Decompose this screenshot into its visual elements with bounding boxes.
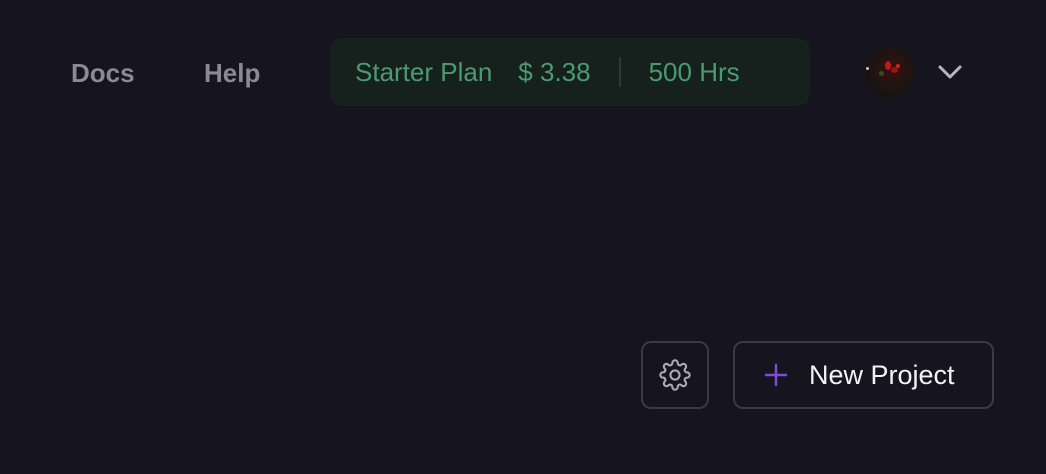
avatar-detail bbox=[896, 64, 900, 68]
chevron-down-icon[interactable] bbox=[936, 60, 964, 84]
plan-name: Starter Plan bbox=[355, 56, 493, 87]
user-avatar[interactable] bbox=[865, 47, 915, 97]
docs-link[interactable]: Docs bbox=[71, 56, 135, 90]
gear-icon bbox=[659, 359, 691, 391]
plan-badge[interactable]: Starter Plan $ 3.38 500 Hrs bbox=[330, 38, 810, 106]
new-project-label: New Project bbox=[809, 359, 955, 390]
avatar-detail bbox=[879, 71, 884, 76]
settings-button[interactable] bbox=[641, 341, 709, 409]
help-link[interactable]: Help bbox=[204, 56, 260, 90]
plan-balance: $ 3.38 bbox=[518, 56, 591, 87]
avatar-detail bbox=[866, 67, 869, 70]
plus-icon bbox=[764, 363, 788, 387]
new-project-button[interactable]: New Project bbox=[733, 341, 994, 409]
app-header-area: Docs Help Starter Plan $ 3.38 500 Hrs Ne… bbox=[0, 0, 1046, 474]
plan-divider bbox=[618, 57, 621, 87]
plan-hours: 500 Hrs bbox=[648, 56, 740, 87]
